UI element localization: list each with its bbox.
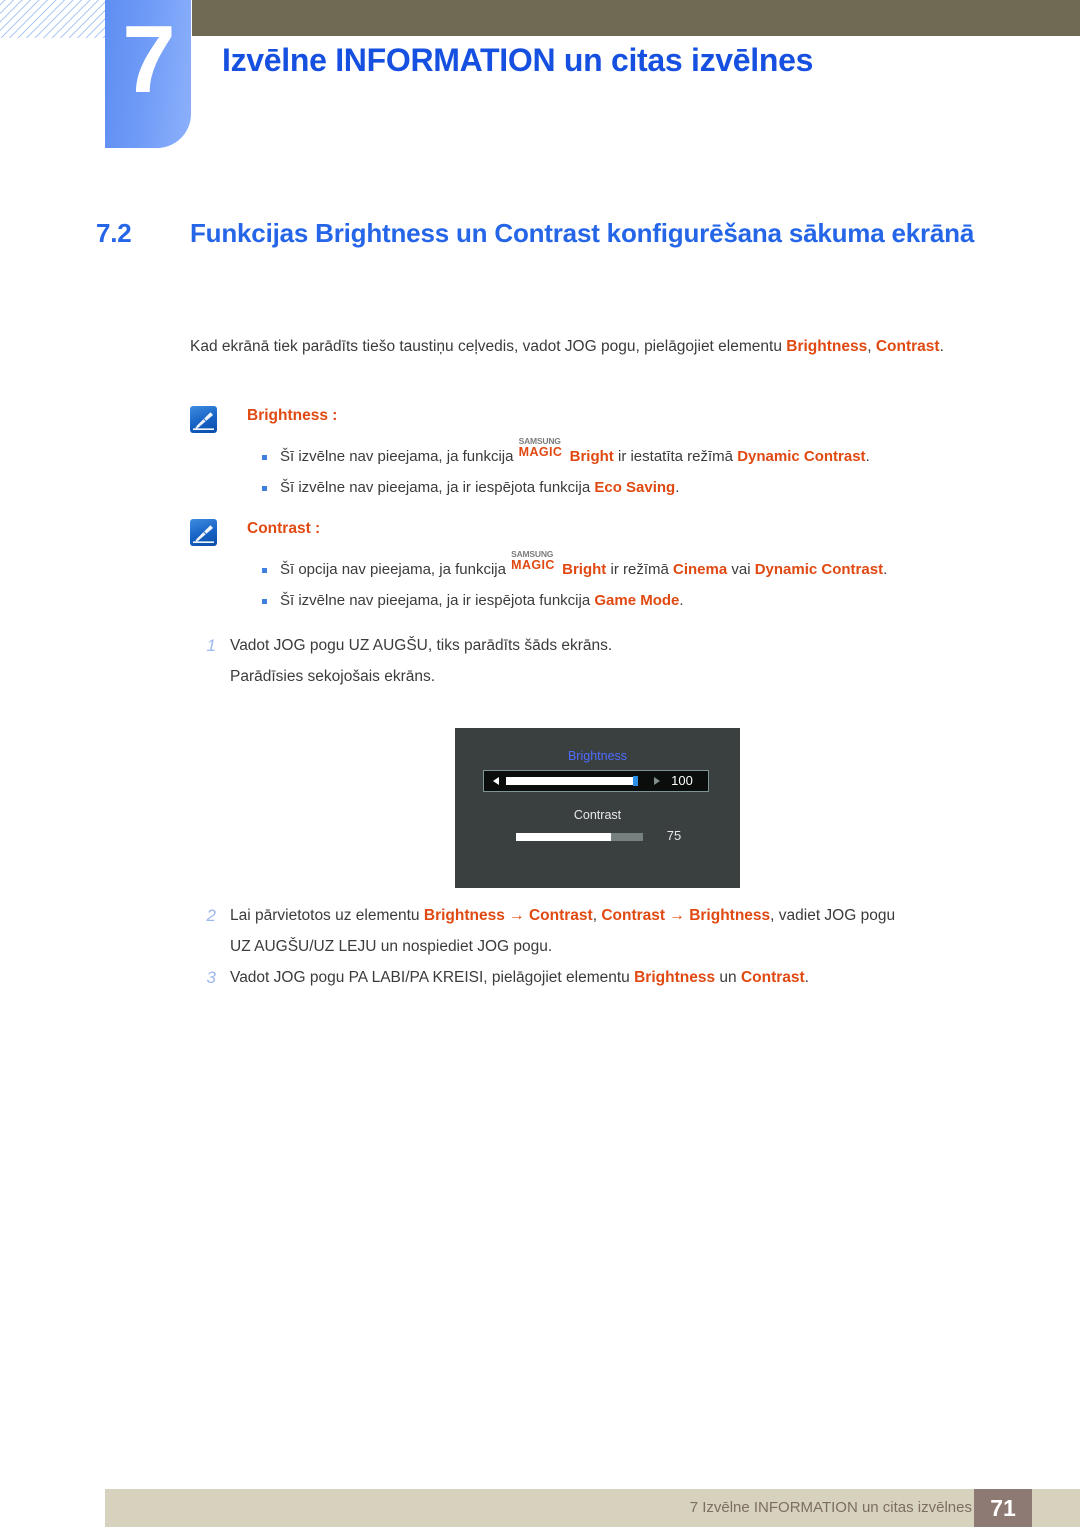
note-title: Contrast : — [247, 520, 321, 537]
note-bullet-item: Šī izvēlne nav pieejama, ja funkcija SAM… — [190, 437, 1030, 472]
footer-page-number: 71 — [974, 1489, 1032, 1527]
intro-highlight-brightness: Brightness — [786, 338, 868, 355]
bullet-highlight: Dynamic Contrast — [737, 448, 866, 465]
bullet-magic-suffix: Bright — [562, 561, 607, 578]
header-olive-bar — [192, 0, 1080, 36]
bullet-text-pre: Šī izvēlne nav pieejama, ja ir iespējota… — [280, 592, 595, 609]
step-item-2: 2 Lai pārvietotos uz elementu Brightness… — [190, 900, 1030, 962]
step-item-3: 3 Vadot JOG pogu PA LABI/PA KREISI, piel… — [190, 962, 1030, 993]
osd-screenshot: Brightness 100 Contrast 75 — [455, 728, 740, 888]
step-number: 2 — [206, 906, 216, 925]
step-line: Parādīsies sekojošais ekrāns. — [230, 668, 436, 685]
osd-brightness-handle[interactable] — [633, 776, 638, 786]
step-highlight-brightness: Brightness — [634, 969, 716, 986]
arrow-right-icon[interactable] — [654, 777, 660, 785]
bullet-text-post: . — [883, 561, 888, 578]
note-header: Brightness : — [190, 405, 1030, 437]
intro-text-3: . — [939, 338, 944, 355]
step-text-post: , vadiet JOG pogu — [770, 907, 896, 924]
bullet-text-mid2: vai — [727, 561, 755, 578]
step-line: UZ AUGŠU/UZ LEJU un nospiediet JOG pogu. — [230, 938, 553, 955]
step-number: 3 — [206, 968, 216, 987]
osd-brightness-value: 100 — [671, 773, 693, 788]
step-line: Vadot JOG pogu PA LABI/PA KREISI, pielāg… — [230, 962, 1030, 993]
step-number: 1 — [206, 636, 216, 655]
osd-brightness-bar[interactable] — [506, 776, 638, 786]
step-body: Vadot JOG pogu PA LABI/PA KREISI, pielāg… — [230, 962, 1030, 993]
note-bullet-list: Šī opcija nav pieejama, ja funkcija SAMS… — [190, 550, 1030, 616]
step-item-1: 1 Vadot JOG pogu UZ AUGŠU, tiks parādīts… — [190, 630, 1030, 692]
magic-bottom-text: MAGIC — [511, 558, 555, 572]
chapter-title: Izvēlne INFORMATION un citas izvēlnes — [222, 42, 814, 78]
section-title: Funkcijas Brightness un Contrast konfigu… — [190, 218, 975, 248]
bullet-highlight: Game Mode — [594, 592, 680, 609]
header-hatch-pattern — [0, 0, 112, 38]
bullet-text-pre: Šī opcija nav pieejama, ja funkcija — [280, 561, 511, 578]
step-text-post: . — [804, 969, 809, 986]
bullet-text-post: . — [865, 448, 870, 465]
samsung-magic-logo: SAMSUNG MAGIC — [518, 437, 569, 462]
step-highlight-4: Brightness — [689, 907, 771, 924]
osd-contrast-label: Contrast — [573, 808, 622, 822]
step-line: Lai pārvietotos uz elementu Brightness →… — [230, 900, 1030, 931]
bullet-highlight-dynamic-contrast: Dynamic Contrast — [754, 561, 884, 578]
step-text-mid: un — [715, 969, 741, 986]
osd-contrast-value: 75 — [666, 828, 682, 843]
chapter-tab: 7 — [105, 0, 191, 148]
step-highlight-contrast: Contrast — [740, 969, 805, 986]
osd-contrast-bar[interactable] — [516, 833, 643, 841]
footer-chapter-label: 7 Izvēlne INFORMATION un citas izvēlnes — [689, 1499, 972, 1516]
bullet-text-pre: Šī izvēlne nav pieejama, ja ir iespējota… — [280, 479, 595, 496]
step-body: Lai pārvietotos uz elementu Brightness →… — [230, 900, 1030, 962]
step-text-pre: Vadot JOG pogu PA LABI/PA KREISI, pielāg… — [230, 969, 635, 986]
step-text-pre: Lai pārvietotos uz elementu — [230, 907, 424, 924]
bullet-text-post: . — [675, 479, 680, 496]
note-pencil-icon — [190, 406, 217, 433]
page-footer: 7 Izvēlne INFORMATION un citas izvēlnes … — [105, 1489, 1080, 1527]
bullet-highlight: Eco Saving — [594, 479, 676, 496]
step-highlight-3: Contrast — [601, 907, 666, 924]
step-line: Vadot JOG pogu UZ AUGŠU, tiks parādīts š… — [230, 637, 613, 654]
bullet-highlight-cinema: Cinema — [673, 561, 728, 578]
note-bullet-item: Šī izvēlne nav pieejama, ja ir iespējota… — [190, 585, 1030, 616]
bullet-text-mid: ir režīmā — [606, 561, 673, 578]
note-block-brightness: Brightness : Šī izvēlne nav pieejama, ja… — [190, 405, 1030, 503]
chapter-number: 7 — [122, 6, 175, 113]
magic-bottom-text: MAGIC — [518, 445, 563, 459]
note-bullet-item: Šī opcija nav pieejama, ja funkcija SAMS… — [190, 550, 1030, 585]
intro-paragraph: Kad ekrānā tiek parādīts tiešo taustiņu … — [190, 333, 1020, 360]
arrow-left-icon[interactable] — [493, 777, 499, 785]
step-highlight-2: Contrast — [528, 907, 593, 924]
note-header: Contrast : — [190, 518, 1030, 550]
note-pencil-icon — [190, 519, 217, 546]
step-body: Vadot JOG pogu UZ AUGŠU, tiks parādīts š… — [230, 630, 1030, 692]
note-title: Brightness : — [247, 407, 338, 424]
note-block-contrast: Contrast : Šī opcija nav pieejama, ja fu… — [190, 518, 1030, 616]
bullet-text-post: . — [679, 592, 684, 609]
section-heading: 7.2 Funkcijas Brightness un Contrast kon… — [96, 215, 1026, 252]
note-bullet-list: Šī izvēlne nav pieejama, ja funkcija SAM… — [190, 437, 1030, 503]
samsung-magic-logo: SAMSUNG MAGIC — [511, 550, 561, 575]
bullet-text-pre: Šī izvēlne nav pieejama, ja funkcija — [280, 448, 518, 465]
bullet-magic-suffix: Bright — [569, 448, 614, 465]
note-bullet-item: Šī izvēlne nav pieejama, ja ir iespējota… — [190, 472, 1030, 503]
osd-contrast-bar-fill — [516, 833, 611, 841]
intro-text-1: Kad ekrānā tiek parādīts tiešo taustiņu … — [190, 338, 787, 355]
intro-text-2: , — [867, 338, 876, 355]
step-highlight-1: Brightness — [423, 907, 505, 924]
bullet-text-mid: ir iestatīta režīmā — [613, 448, 738, 465]
section-number: 7.2 — [96, 218, 132, 248]
osd-brightness-label: Brightness — [567, 749, 628, 763]
step-arrow-1: → — [504, 907, 529, 924]
intro-highlight-contrast: Contrast — [875, 338, 940, 355]
osd-brightness-slider-row[interactable]: 100 — [483, 770, 709, 792]
step-arrow-2: → — [665, 907, 690, 924]
